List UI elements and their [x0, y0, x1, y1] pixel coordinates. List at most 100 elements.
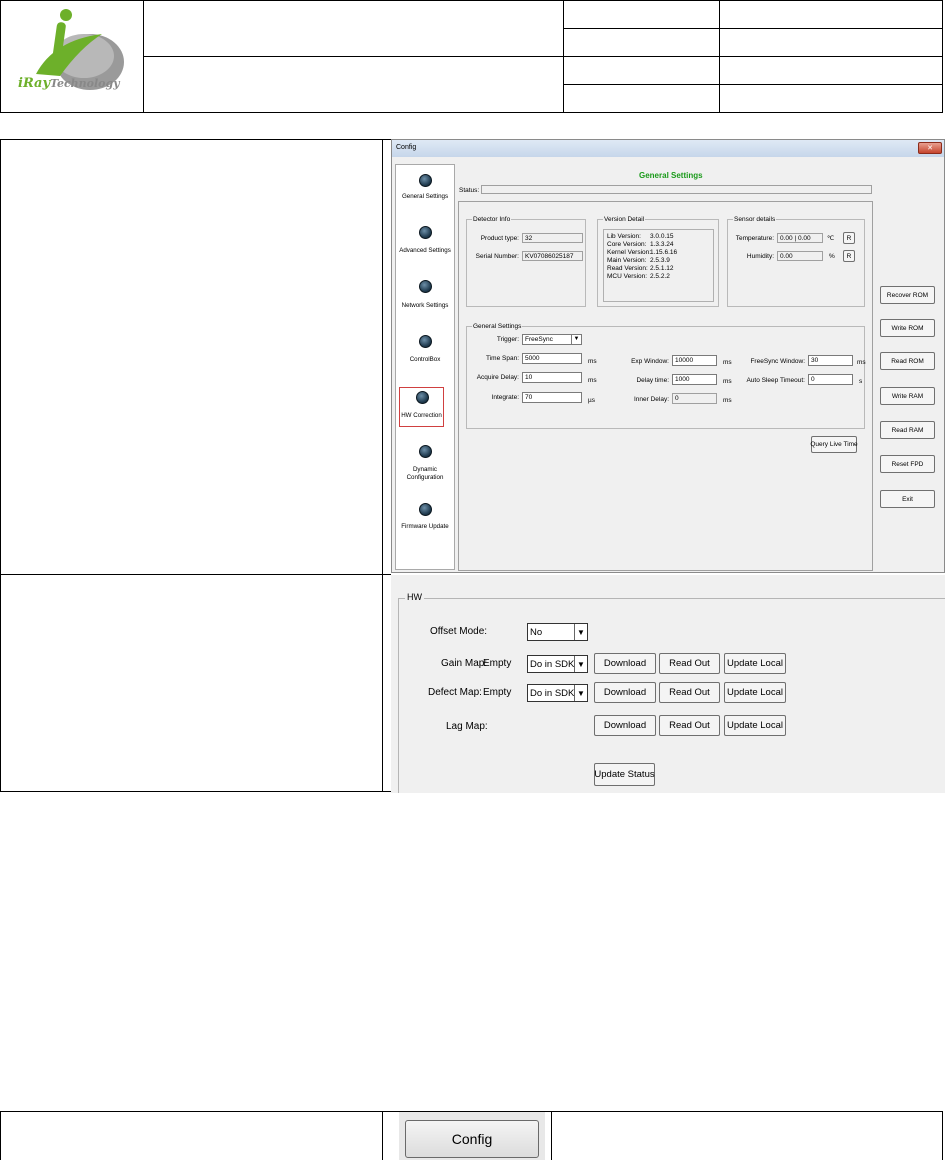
- nav-item-hw-correction[interactable]: HW Correction: [399, 387, 444, 427]
- version-detail-title: Version Detail: [603, 215, 646, 224]
- hw-panel: HW Offset Mode: No ▼ Gain Map: Empty Do …: [391, 575, 945, 793]
- general-settings-group: General Settings Trigger: FreeSync ▼ Tim…: [466, 322, 866, 429]
- defect-update-local-button[interactable]: Update Local: [724, 682, 786, 703]
- nav-label: Firmware Update: [401, 523, 449, 530]
- gain-read-out-button[interactable]: Read Out: [659, 653, 720, 674]
- offset-mode-select[interactable]: No ▼: [527, 623, 588, 641]
- inner-delay-field: 0: [672, 393, 717, 404]
- general-settings-icon: [419, 174, 432, 187]
- window-titlebar: Config ✕: [392, 140, 944, 157]
- delay-time-input[interactable]: 1000: [672, 374, 717, 385]
- sensor-details-title: Sensor details: [733, 215, 777, 224]
- defect-map-select[interactable]: Do in SDK ▼: [527, 684, 588, 702]
- inner-delay-label: Inner Delay:: [633, 396, 669, 403]
- time-span-unit: ms: [588, 358, 597, 365]
- lag-update-local-button[interactable]: Update Local: [724, 715, 786, 736]
- update-status-button[interactable]: Update Status: [594, 763, 655, 786]
- recover-rom-button[interactable]: Recover ROM: [880, 286, 935, 304]
- time-span-input[interactable]: 5000: [522, 353, 582, 364]
- nav-label: General Settings: [401, 193, 449, 200]
- read-rom-button[interactable]: Read ROM: [880, 352, 935, 370]
- lag-map-label: Lag Map:: [446, 721, 488, 732]
- close-icon: ✕: [927, 145, 933, 152]
- read-ram-button[interactable]: Read RAM: [880, 421, 935, 439]
- acquire-delay-label: Acquire Delay:: [476, 374, 519, 381]
- config-button-label: Config: [451, 1131, 493, 1147]
- general-settings-title: General Settings: [472, 322, 523, 331]
- gain-download-button[interactable]: Download: [594, 653, 656, 674]
- acquire-delay-unit: ms: [588, 377, 597, 384]
- offset-mode-label: Offset Mode:: [430, 626, 488, 637]
- defect-read-out-button[interactable]: Read Out: [659, 682, 720, 703]
- auto-sleep-unit: s: [859, 378, 863, 385]
- trigger-select[interactable]: FreeSync ▼: [522, 334, 582, 345]
- company-logo: iRayTechnology: [14, 4, 134, 108]
- chevron-down-icon: ▼: [574, 685, 587, 701]
- query-live-time-button[interactable]: Query Live Time: [810, 436, 858, 453]
- offset-mode-value: No: [530, 627, 543, 638]
- humidity-unit: %: [829, 253, 835, 260]
- dynamic-configuration-icon: [419, 445, 432, 458]
- reset-fpd-button[interactable]: Reset FPD: [880, 455, 935, 473]
- exp-window-input[interactable]: 10000: [672, 355, 717, 366]
- lag-download-button[interactable]: Download: [594, 715, 656, 736]
- gain-update-local-button[interactable]: Update Local: [724, 653, 786, 674]
- config-window: Config ✕ General Settings Advanced Setti…: [391, 139, 945, 573]
- status-field: [481, 185, 872, 194]
- refresh-humidity-button[interactable]: R: [843, 250, 855, 262]
- freesync-window-input[interactable]: 30: [808, 355, 853, 366]
- close-button[interactable]: ✕: [918, 142, 942, 154]
- version-detail-group: Version Detail Lib Version: 3.0.0.15 Cor…: [597, 215, 719, 307]
- humidity-field: 0.00: [777, 251, 823, 261]
- logo-text-ray: Ray: [22, 76, 51, 91]
- advanced-settings-icon: [419, 226, 432, 239]
- nav-label: Advanced Settings: [399, 247, 451, 254]
- panel-heading: General Settings: [639, 171, 703, 180]
- exp-window-label: Exp Window:: [631, 358, 669, 365]
- status-label: Status:: [459, 187, 480, 194]
- refresh-temperature-button[interactable]: R: [843, 232, 855, 244]
- gain-map-label: Gain Map:: [441, 658, 488, 669]
- temperature-label: Temperature:: [735, 235, 774, 242]
- time-span-label: Time Span:: [486, 355, 519, 362]
- nav-label: Network Settings: [401, 302, 449, 309]
- config-button-screenshot: Config: [399, 1112, 545, 1160]
- trigger-value: FreeSync: [525, 336, 553, 343]
- firmware-update-icon: [419, 503, 432, 516]
- network-settings-icon: [419, 280, 432, 293]
- product-type-label: Product type:: [480, 235, 519, 242]
- detector-info-group: Detector Info Product type: 32 Serial Nu…: [466, 215, 586, 307]
- serial-number-field: KV07086025187: [522, 251, 583, 261]
- chevron-down-icon: ▼: [574, 656, 587, 672]
- temperature-field: 0.00 | 0.00: [777, 233, 823, 243]
- nav-label: Dynamic Configuration: [406, 466, 444, 481]
- nav-label: ControlBox: [409, 356, 441, 363]
- integrate-input[interactable]: 70: [522, 392, 582, 403]
- lag-read-out-button[interactable]: Read Out: [659, 715, 720, 736]
- integrate-unit: µs: [588, 397, 595, 404]
- nav-label: HW Correction: [401, 412, 442, 419]
- gain-map-value: Do in SDK: [530, 659, 575, 670]
- freesync-window-label: FreeSync Window:: [750, 358, 805, 365]
- nav-panel: General Settings Advanced Settings Netwo…: [395, 164, 455, 570]
- chevron-down-icon: ▼: [571, 335, 581, 344]
- gain-map-select[interactable]: Do in SDK ▼: [527, 655, 588, 673]
- acquire-delay-input[interactable]: 10: [522, 372, 582, 383]
- freesync-window-unit: ms: [857, 359, 866, 366]
- hw-correction-icon: [416, 391, 429, 404]
- detector-info-title: Detector Info: [472, 215, 512, 224]
- humidity-label: Humidity:: [746, 253, 774, 260]
- defect-download-button[interactable]: Download: [594, 682, 656, 703]
- delay-time-unit: ms: [723, 378, 732, 385]
- exit-button[interactable]: Exit: [880, 490, 935, 508]
- product-type-field: 32: [522, 233, 583, 243]
- integrate-label: Integrate:: [491, 394, 519, 401]
- auto-sleep-input[interactable]: 0: [808, 374, 853, 385]
- write-rom-button[interactable]: Write ROM: [880, 319, 935, 337]
- write-ram-button[interactable]: Write RAM: [880, 387, 935, 405]
- controlbox-icon: [419, 335, 432, 348]
- chevron-down-icon: ▼: [574, 624, 587, 640]
- config-button[interactable]: Config: [405, 1120, 539, 1158]
- inner-delay-unit: ms: [723, 397, 732, 404]
- exp-window-unit: ms: [723, 359, 732, 366]
